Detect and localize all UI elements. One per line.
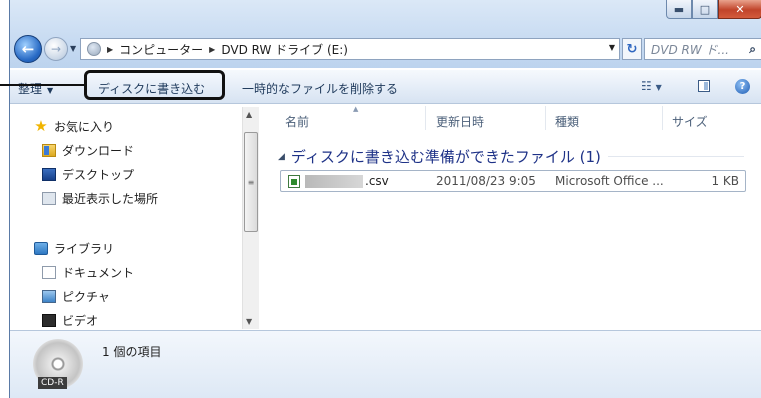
callout-highlight [84,70,225,100]
navigation-pane: ★ お気に入り ダウンロード デスクトップ 最近表示した場所 ライブラリ ドキュ… [10,104,260,329]
organize-menu[interactable]: 整理 ▼ [18,80,53,97]
file-list-pane: ▲ 名前 更新日時 種類 サイズ ◢ ディスクに書き込む準備ができたファイル (… [260,104,761,329]
chevron-down-icon: ▼ [47,86,54,95]
maximize-button[interactable]: □ [692,0,718,19]
nav-documents-label: ドキュメント [62,266,135,280]
close-button[interactable]: ✕ [718,0,761,19]
nav-videos[interactable]: ビデオ [42,312,98,329]
minimize-button[interactable]: ▬ [666,0,692,19]
refresh-icon: ↻ [626,41,638,57]
refresh-button[interactable]: ↻ [622,38,642,60]
explorer-window: ▬ □ ✕ ← → ▼ ▶ コンピューター ▶ DVD RW ドライブ (E:)… [9,0,761,398]
collapse-triangle-icon[interactable]: ◢ [278,152,285,162]
disc-type-label: CD-R [38,377,67,389]
column-header-name[interactable]: 名前 [285,113,309,130]
preview-pane-button[interactable] [698,80,710,92]
nav-scrollbar[interactable]: ▲ ≡ ▼ [242,107,259,329]
group-title: ディスクに書き込む準備ができたファイル (1) [290,148,601,166]
breadcrumb-computer[interactable]: コンピューター [119,41,203,58]
nav-recent-places[interactable]: 最近表示した場所 [42,190,158,207]
nav-desktop[interactable]: デスクトップ [42,166,134,183]
breadcrumb-chevron-icon[interactable]: ▶ [107,45,113,54]
nav-downloads[interactable]: ダウンロード [42,142,134,159]
breadcrumb-chevron-icon[interactable]: ▶ [209,45,215,54]
title-and-address-area: ▬ □ ✕ ← → ▼ ▶ コンピューター ▶ DVD RW ドライブ (E:)… [10,0,761,68]
recent-places-icon [42,192,56,205]
nav-favorites-label: お気に入り [54,120,115,134]
nav-pictures-label: ピクチャ [62,290,110,304]
column-header-size[interactable]: サイズ [672,113,708,130]
file-date: 2011/08/23 9:05 [436,174,536,188]
forward-button[interactable]: → [44,37,68,61]
change-view-button[interactable]: ☷ ▼ [641,79,662,93]
computer-icon [87,42,101,56]
caption-buttons: ▬ □ ✕ [666,0,761,21]
nav-libraries[interactable]: ライブラリ [34,240,114,257]
details-pane: CD-R 1 個の項目 [10,330,761,398]
address-dropdown-icon[interactable]: ▼ [609,43,615,52]
column-divider[interactable] [545,106,546,130]
excel-file-icon [288,175,300,188]
chevron-down-icon: ▼ [655,83,662,92]
nav-desktop-label: デスクトップ [62,168,135,182]
nav-documents[interactable]: ドキュメント [42,264,134,281]
star-icon: ★ [34,117,48,135]
recent-pages-dropdown[interactable]: ▼ [70,44,76,53]
breadcrumb-dvd-drive[interactable]: DVD RW ドライブ (E:) [221,41,348,58]
view-icon: ☷ [641,79,652,93]
nav-pictures[interactable]: ピクチャ [42,288,110,305]
group-divider [608,156,744,157]
column-divider[interactable] [425,106,426,130]
nav-videos-label: ビデオ [62,314,99,328]
arrow-right-icon: → [50,42,62,56]
nav-recent-places-label: 最近表示した場所 [62,192,159,206]
arrow-left-icon: ← [21,40,35,58]
nav-downloads-label: ダウンロード [62,144,135,158]
file-size: 1 KB [711,174,739,188]
sort-ascending-icon: ▲ [353,105,359,113]
column-divider[interactable] [662,106,663,130]
file-group-header[interactable]: ◢ ディスクに書き込む準備ができたファイル (1) [278,146,601,167]
video-icon [42,314,56,327]
item-count: 1 個の項目 [102,345,162,359]
nav-favorites[interactable]: ★ お気に入り [34,118,114,135]
callout-leader-line [0,84,86,86]
address-bar[interactable]: ▶ コンピューター ▶ DVD RW ドライブ (E:) ▼ [80,38,620,60]
column-header-type[interactable]: 種類 [555,113,579,130]
column-header-date[interactable]: 更新日時 [436,113,484,130]
help-icon[interactable]: ? [735,79,750,94]
search-icon[interactable]: ⌕ [749,42,756,57]
scroll-down-icon[interactable]: ▼ [246,317,252,326]
downloads-folder-icon [42,144,56,157]
back-button[interactable]: ← [14,35,42,63]
nav-libraries-label: ライブラリ [54,242,115,256]
search-box[interactable]: DVD RW ド... ⌕ [644,38,761,60]
redacted-filename [305,175,363,188]
file-name: .csv [365,174,389,188]
desktop-icon [42,168,56,181]
file-type: Microsoft Office ... [555,174,664,188]
library-icon [34,242,48,255]
search-placeholder: DVD RW ド... [651,42,729,57]
scroll-up-icon[interactable]: ▲ [246,110,252,119]
scroll-thumb[interactable]: ≡ [244,132,258,232]
delete-temp-files-button[interactable]: 一時的なファイルを削除する [242,80,398,97]
document-icon [42,266,56,279]
file-row[interactable]: .csv 2011/08/23 9:05 Microsoft Office ..… [280,170,746,192]
picture-icon [42,290,56,303]
